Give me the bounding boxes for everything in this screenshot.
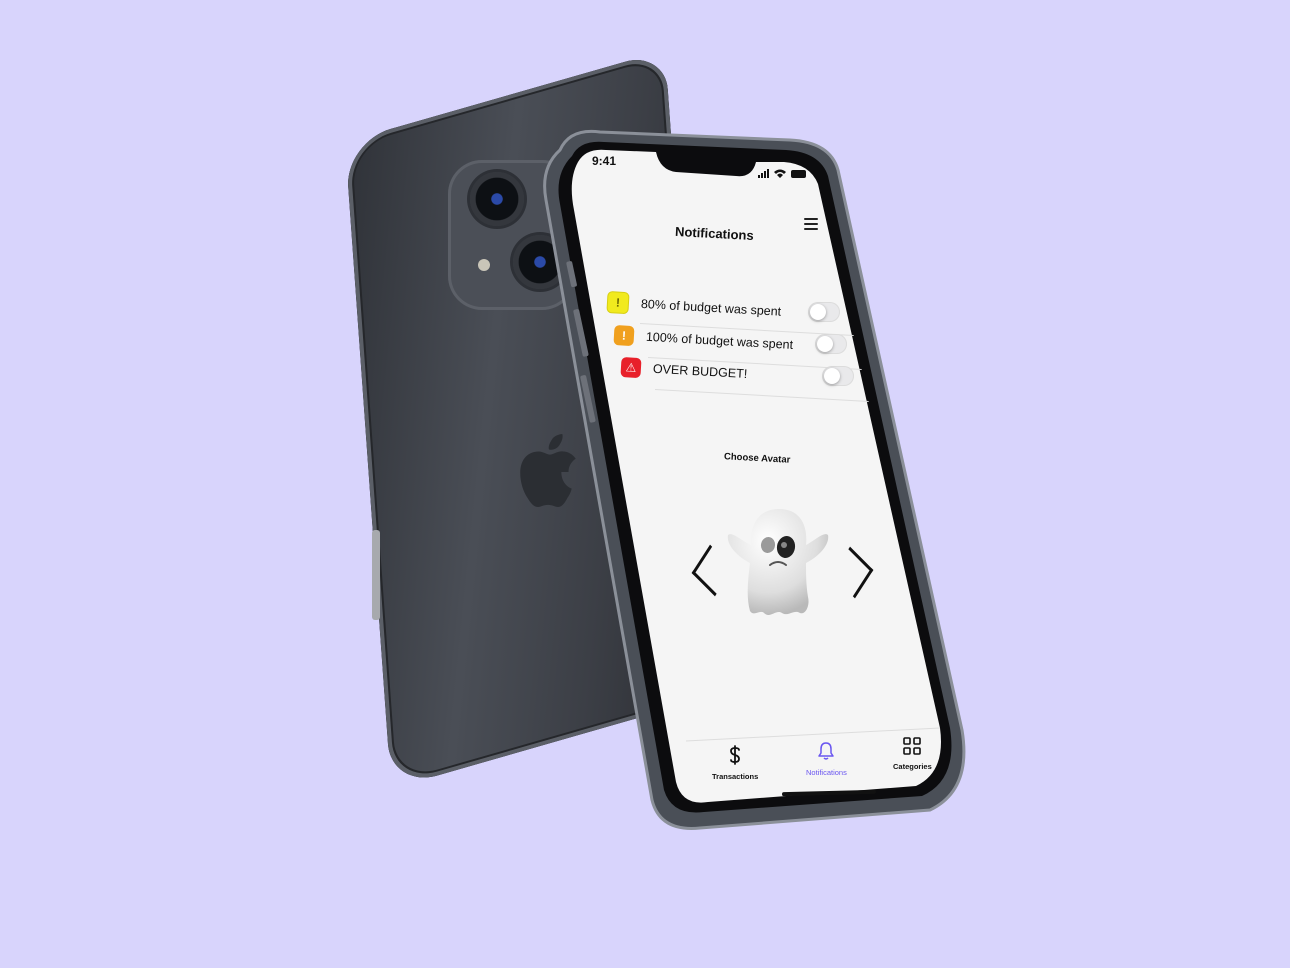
tab-notifications[interactable]: Notifications — [806, 741, 847, 777]
dollar-icon — [730, 745, 741, 765]
warning-circle-icon: ! — [606, 291, 630, 315]
ghost-avatar — [727, 509, 829, 615]
tab-label: Transactions — [712, 772, 759, 781]
tab-transactions[interactable]: Transactions — [712, 745, 758, 781]
flash-icon — [478, 259, 490, 271]
status-icons — [758, 169, 806, 178]
toggle-100-percent[interactable] — [815, 334, 847, 354]
toggle-80-percent[interactable] — [808, 302, 840, 322]
toggle-over-budget[interactable] — [822, 366, 854, 386]
warning-triangle-icon: ⚠ — [620, 357, 642, 379]
status-bar-time: 9:41 — [592, 154, 617, 168]
front-phone-frame — [543, 129, 966, 830]
grid-icon — [903, 737, 922, 755]
wifi-icon — [774, 169, 786, 178]
tab-label: Notifications — [806, 768, 847, 777]
notification-label: 80% of budget was spent — [640, 296, 782, 319]
hamburger-menu-icon[interactable] — [804, 218, 818, 230]
battery-icon — [791, 170, 806, 178]
tab-label: Categories — [893, 762, 932, 771]
bell-icon — [818, 742, 835, 760]
camera-lens-icon — [470, 172, 524, 226]
side-button — [372, 530, 380, 620]
tab-categories[interactable]: Categories — [893, 737, 932, 771]
alert-circle-icon: ! — [613, 325, 635, 347]
notification-label: OVER BUDGET! — [652, 361, 748, 382]
signal-icon — [758, 169, 769, 178]
